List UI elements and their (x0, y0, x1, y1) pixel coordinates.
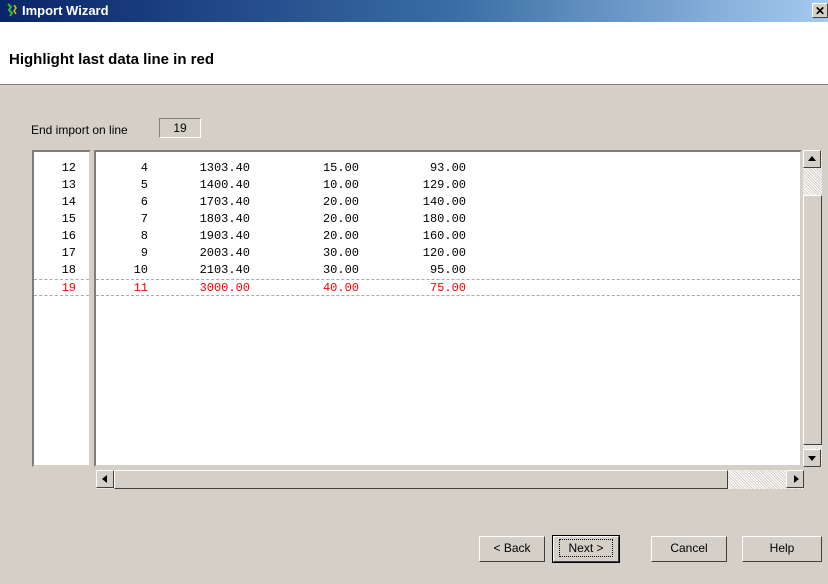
line-number: 15 (61, 212, 76, 226)
data-cell: 2103.40 (199, 263, 250, 277)
line-number: 18 (61, 263, 76, 277)
data-cell: 160.00 (422, 229, 466, 243)
scroll-down-button[interactable] (803, 449, 821, 467)
down-arrow-icon (808, 456, 816, 461)
scroll-up-button[interactable] (803, 150, 821, 168)
data-cell: 6 (140, 195, 148, 209)
highlighted-data-row[interactable]: 11 3000.00 40.00 75.00 (96, 279, 800, 296)
data-cell: 5 (140, 178, 148, 192)
end-import-value: 19 (159, 118, 201, 138)
data-row[interactable]: 4 1303.40 15.00 93.00 (96, 160, 800, 177)
horizontal-scrollbar[interactable] (96, 470, 804, 489)
data-row[interactable]: 5 1400.40 10.00 129.00 (96, 177, 800, 194)
page-heading: Highlight last data line in red (9, 51, 215, 68)
line-number: 13 (61, 178, 76, 192)
cancel-button[interactable]: Cancel (651, 536, 727, 562)
line-number-row: 14 (34, 194, 89, 211)
data-cell: 30.00 (322, 263, 359, 277)
data-cell: 1303.40 (199, 161, 250, 175)
vertical-scroll-thumb[interactable] (803, 195, 822, 445)
data-cell: 1703.40 (199, 195, 250, 209)
line-number-row: 15 (34, 211, 89, 228)
line-number-row: 12 (34, 160, 89, 177)
up-arrow-icon (808, 156, 816, 161)
data-cell: 20.00 (322, 195, 359, 209)
data-row[interactable]: 10 2103.40 30.00 95.00 (96, 262, 800, 279)
back-button[interactable]: < Back (479, 536, 545, 562)
line-number: 16 (61, 229, 76, 243)
data-cell: 4 (140, 161, 148, 175)
data-cell: 30.00 (322, 246, 359, 260)
data-preview-pane[interactable]: 4 1303.40 15.00 93.00 5 1400.40 10.00 129.00 6 17… (94, 150, 802, 467)
line-number: 17 (61, 246, 76, 260)
data-cell: 140.00 (422, 195, 466, 209)
data-cell: 11 (133, 281, 148, 295)
window-title: Import Wizard (22, 3, 109, 18)
data-cell: 2003.40 (199, 246, 250, 260)
wizard-header: Highlight last data line in red (0, 22, 828, 85)
line-number-row: 13 (34, 177, 89, 194)
data-cell: 1803.40 (199, 212, 250, 226)
data-cell: 8 (140, 229, 148, 243)
left-arrow-icon (102, 475, 107, 483)
vertical-scrollbar[interactable] (803, 150, 822, 467)
scroll-right-button[interactable] (786, 470, 804, 488)
line-number: 14 (61, 195, 76, 209)
next-button[interactable]: Next > (552, 535, 620, 563)
data-cell: 9 (140, 246, 148, 260)
data-row[interactable]: 6 1703.40 20.00 140.00 (96, 194, 800, 211)
data-cell: 10.00 (322, 178, 359, 192)
app-icon (7, 3, 17, 17)
line-number-pane: 12 13 14 15 16 17 18 19 (32, 150, 91, 467)
line-number-row: 16 (34, 228, 89, 245)
line-number-row: 17 (34, 245, 89, 262)
title-bar: Import Wizard ✕ (0, 0, 828, 22)
data-cell: 3000.00 (199, 281, 250, 295)
data-cell: 120.00 (422, 246, 466, 260)
line-number-row: 18 (34, 262, 89, 279)
line-number: 12 (61, 161, 76, 175)
data-cell: 40.00 (322, 281, 359, 295)
end-import-label: End import on line (31, 123, 128, 137)
data-cell: 129.00 (422, 178, 466, 192)
data-cell: 1903.40 (199, 229, 250, 243)
close-button[interactable]: ✕ (812, 3, 828, 18)
data-cell: 75.00 (429, 281, 466, 295)
next-button-label: Next > (559, 539, 613, 557)
data-cell: 20.00 (322, 212, 359, 226)
help-button[interactable]: Help (742, 536, 822, 562)
data-cell: 95.00 (429, 263, 466, 277)
line-number-row: 19 (34, 279, 89, 296)
data-cell: 7 (140, 212, 148, 226)
data-row[interactable]: 8 1903.40 20.00 160.00 (96, 228, 800, 245)
data-cell: 20.00 (322, 229, 359, 243)
data-cell: 180.00 (422, 212, 466, 226)
horizontal-scroll-thumb[interactable] (114, 470, 728, 489)
data-cell: 1400.40 (199, 178, 250, 192)
right-arrow-icon (794, 475, 799, 483)
data-row[interactable]: 9 2003.40 30.00 120.00 (96, 245, 800, 262)
data-cell: 93.00 (429, 161, 466, 175)
close-icon: ✕ (814, 4, 826, 18)
data-cell: 10 (133, 263, 148, 277)
line-number: 19 (61, 281, 76, 295)
data-row[interactable]: 7 1803.40 20.00 180.00 (96, 211, 800, 228)
data-cell: 15.00 (322, 161, 359, 175)
scroll-left-button[interactable] (96, 470, 114, 488)
